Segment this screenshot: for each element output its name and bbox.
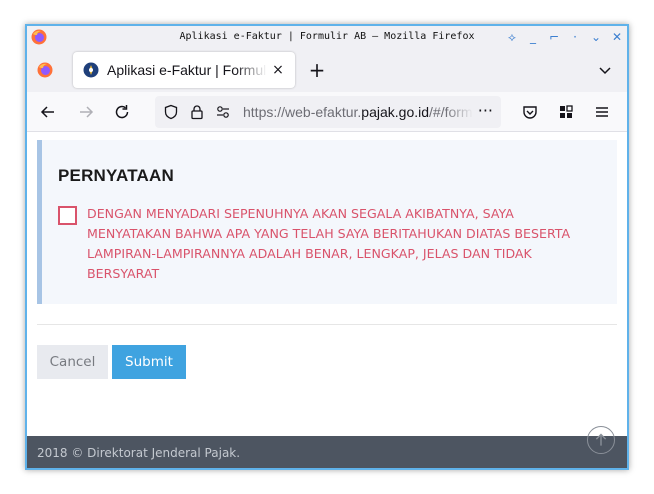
reload-icon[interactable] (113, 103, 131, 121)
list-all-tabs-icon[interactable] (597, 62, 613, 78)
pocket-icon[interactable] (521, 103, 539, 121)
statement-panel: PERNYATAAN DENGAN MENYADARI SEPENUHNYA A… (37, 140, 617, 304)
url-bar[interactable]: https://web-efaktur.pajak.go.id/#/formul… (155, 96, 501, 128)
url-path: /#/formulir (429, 104, 473, 120)
form-divider (37, 324, 617, 325)
hamburger-menu-icon[interactable] (593, 103, 611, 121)
chevron-down-icon[interactable]: ⌄ (590, 26, 602, 48)
cancel-button[interactable]: Cancel (37, 345, 108, 379)
close-icon[interactable]: ✕ (611, 26, 623, 48)
minimize-icon[interactable]: _ (527, 26, 539, 48)
scroll-to-top-icon[interactable] (587, 426, 615, 454)
pin-icon[interactable]: ⟡ (506, 26, 518, 48)
page-footer: 2018 © Direktorat Jenderal Pajak. (27, 436, 627, 468)
window-controls: ⟡ _ ⌐ · ⌄ ✕ (506, 26, 623, 48)
tab-label: Aplikasi e-Faktur | Formulir AB (107, 62, 267, 78)
browser-window: Aplikasi e-Faktur | Formulir AB — Mozill… (25, 24, 629, 470)
page-content: PERNYATAAN DENGAN MENYADARI SEPENUHNYA A… (27, 132, 627, 436)
extensions-icon[interactable] (557, 103, 575, 121)
tab-efaktur[interactable]: Aplikasi e-Faktur | Formulir AB × (73, 52, 295, 88)
statement-text[interactable]: DENGAN MENYADARI SEPENUHNYA AKAN SEGALA … (87, 204, 592, 284)
forward-icon[interactable] (77, 103, 95, 121)
url-prefix: https://web-efaktur. (243, 104, 362, 120)
firefox-view-icon[interactable] (37, 62, 53, 78)
page-actions-menu-icon[interactable]: ··· (478, 96, 493, 128)
back-icon[interactable] (39, 103, 57, 121)
restore-icon[interactable]: ⌐ (548, 26, 560, 48)
lock-icon[interactable] (189, 104, 205, 120)
new-tab-button[interactable]: + (307, 60, 327, 80)
title-bar: Aplikasi e-Faktur | Formulir AB — Mozill… (27, 26, 627, 48)
panel-heading: PERNYATAAN (58, 166, 174, 185)
submit-button[interactable]: Submit (112, 345, 186, 379)
djp-logo-icon (83, 62, 99, 78)
url-host: pajak.go.id (361, 104, 430, 120)
footer-copyright: 2018 © Direktorat Jenderal Pajak. (37, 446, 241, 460)
permissions-icon[interactable] (215, 104, 231, 120)
tab-strip: Aplikasi e-Faktur | Formulir AB × + (27, 48, 627, 92)
agreement-checkbox[interactable] (58, 206, 77, 225)
navigation-toolbar: https://web-efaktur.pajak.go.id/#/formul… (27, 92, 627, 132)
dot-icon[interactable]: · (569, 26, 581, 48)
tab-close-icon[interactable]: × (269, 61, 287, 79)
shield-icon[interactable] (163, 104, 179, 120)
url-text[interactable]: https://web-efaktur.pajak.go.id/#/formul… (243, 96, 473, 128)
